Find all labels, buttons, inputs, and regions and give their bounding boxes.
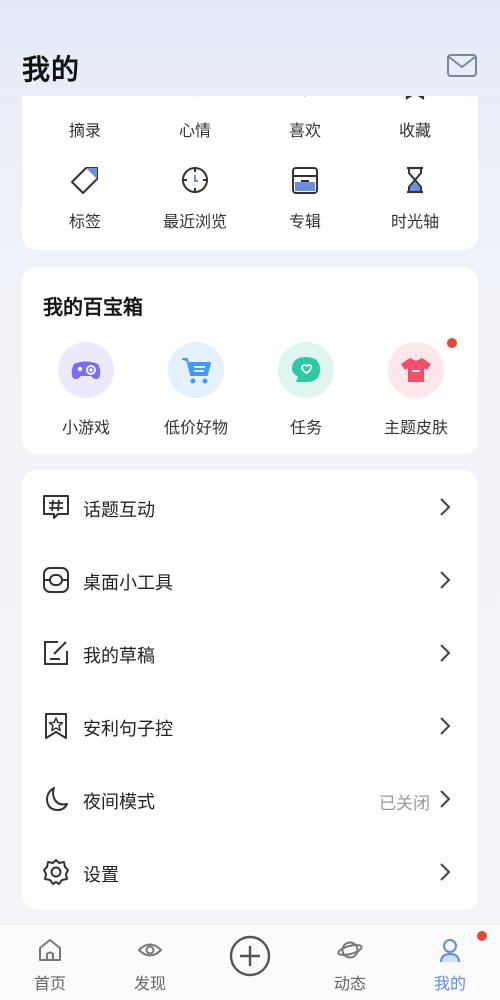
nav-item-activity[interactable]: 动态 <box>300 925 400 1000</box>
nav-item-home[interactable]: 首页 <box>0 925 100 1000</box>
grid-item-label: 最近浏览 <box>162 212 227 231</box>
hourglass-icon <box>400 165 430 195</box>
toolbox-item-bargains[interactable]: 低价好物 <box>141 342 251 442</box>
nav-label: 发现 <box>133 974 166 993</box>
menu-item-settings[interactable]: 设置 <box>22 842 478 902</box>
widget-icon <box>42 566 70 594</box>
hashtag-icon <box>42 493 70 521</box>
bottom-nav: 首页 发现 动态 我的 <box>0 924 500 1000</box>
cart-icon <box>168 342 224 398</box>
grid-item-label: 喜欢 <box>288 121 321 140</box>
person-icon <box>437 937 463 963</box>
planet-icon <box>337 937 363 963</box>
toolbox-item-label: 任务 <box>289 418 322 437</box>
home-icon <box>37 937 63 963</box>
plus-circle-icon[interactable] <box>229 935 271 977</box>
menu-item-recommend-juzikong[interactable]: 安利句子控 <box>22 696 478 756</box>
grid-item-label: 收藏 <box>398 121 431 140</box>
menu-item-desktop-widgets[interactable]: 桌面小工具 <box>22 550 478 610</box>
nav-item-discover[interactable]: 发现 <box>100 925 200 1000</box>
eye-icon <box>137 937 163 963</box>
toolbox-item-label: 小游戏 <box>61 418 110 437</box>
toolbox-item-theme-skin[interactable]: 主题皮肤 <box>361 338 471 442</box>
moon-icon <box>42 785 70 813</box>
chevron-right-icon <box>438 862 452 882</box>
chevron-right-icon <box>438 570 452 590</box>
menu-list-card: 话题互动 桌面小工具 我的草稿 安利句子控 夜间模式 已关闭 设置 <box>22 470 478 910</box>
notification-badge <box>477 931 487 941</box>
gear-icon <box>42 858 70 886</box>
menu-item-label: 夜间模式 <box>83 792 155 813</box>
nav-item-mine[interactable]: 我的 <box>400 925 500 1000</box>
chevron-right-icon <box>438 716 452 736</box>
menu-item-label: 话题互动 <box>83 500 155 521</box>
clock-icon <box>180 165 210 195</box>
album-icon <box>290 165 320 195</box>
page-title: 我的 <box>22 53 81 86</box>
toolbox-item-label: 主题皮肤 <box>383 418 448 437</box>
menu-item-label: 桌面小工具 <box>83 573 173 594</box>
chevron-right-icon <box>438 497 452 517</box>
mail-icon[interactable] <box>446 52 478 80</box>
grid-item-label: 时光轴 <box>390 212 439 231</box>
toolbox-card: 我的百宝箱 小游戏 低价好物 任务 主题皮肤 <box>22 267 478 454</box>
shortcut-grid-card: 摘录 心情 喜欢 收藏 标签 最近浏览 专辑 时光轴 <box>22 84 478 250</box>
tag-icon <box>70 165 100 195</box>
chevron-right-icon <box>438 789 452 809</box>
draft-icon <box>42 639 70 667</box>
grid-item-label: 摘录 <box>68 121 101 140</box>
menu-item-label: 我的草稿 <box>83 646 155 667</box>
menu-item-label: 设置 <box>83 865 119 886</box>
toolbox-item-mini-games[interactable]: 小游戏 <box>31 342 141 442</box>
menu-item-my-drafts[interactable]: 我的草稿 <box>22 623 478 683</box>
star-bookmark-icon <box>42 712 70 740</box>
notification-badge <box>447 338 457 348</box>
toolbox-item-tasks[interactable]: 任务 <box>251 342 361 442</box>
toolbox-title: 我的百宝箱 <box>43 295 143 319</box>
night-mode-status: 已关闭 <box>379 794 430 814</box>
grid-item-label: 心情 <box>178 121 211 140</box>
tshirt-icon <box>388 342 444 398</box>
grid-item-label: 专辑 <box>288 212 321 231</box>
gamepad-icon <box>58 342 114 398</box>
menu-item-topic-interaction[interactable]: 话题互动 <box>22 477 478 537</box>
nav-label: 我的 <box>433 974 466 993</box>
chat-bubble-icon <box>278 342 334 398</box>
header: 我的 <box>0 0 500 96</box>
menu-item-night-mode[interactable]: 夜间模式 已关闭 <box>22 769 478 829</box>
menu-item-label: 安利句子控 <box>83 719 173 740</box>
chevron-right-icon <box>438 643 452 663</box>
nav-label: 动态 <box>333 974 366 993</box>
toolbox-item-label: 低价好物 <box>163 418 228 437</box>
grid-item-label: 标签 <box>68 212 101 231</box>
nav-label: 首页 <box>33 974 66 993</box>
